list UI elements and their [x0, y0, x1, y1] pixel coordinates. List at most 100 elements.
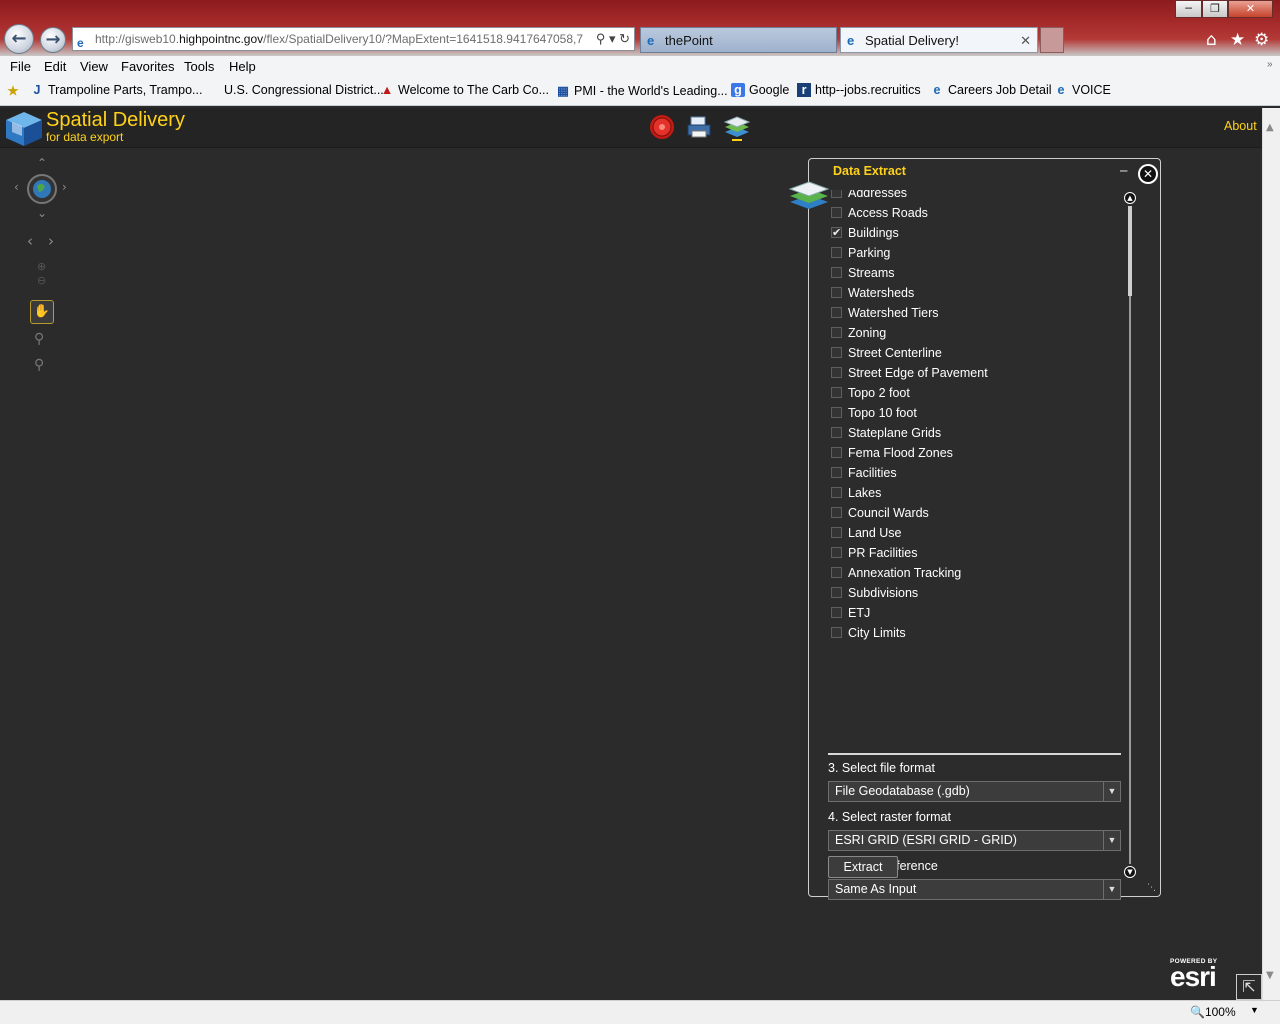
chevron-down-icon[interactable]: ▼: [1103, 880, 1120, 899]
back-button[interactable]: ←: [4, 24, 34, 54]
layer-checkbox[interactable]: [831, 367, 842, 378]
previous-extent-icon[interactable]: ‹: [27, 232, 33, 250]
menu-edit[interactable]: Edit: [44, 59, 66, 74]
layer-checkbox[interactable]: [831, 247, 842, 258]
close-tab-icon[interactable]: ✕: [1020, 28, 1031, 54]
zoom-out-tool-icon[interactable]: ⚲: [34, 357, 44, 373]
layer-row[interactable]: Street Centerline: [829, 343, 1119, 363]
layer-row[interactable]: Lakes: [829, 483, 1119, 503]
layer-row[interactable]: Council Wards: [829, 503, 1119, 523]
layer-checkbox[interactable]: [831, 427, 842, 438]
favorite-link[interactable]: U.S. Congressional District...: [206, 83, 384, 97]
home-icon[interactable]: ⌂: [1206, 30, 1217, 50]
layer-checkbox[interactable]: [831, 287, 842, 298]
layer-row[interactable]: ETJ: [829, 603, 1119, 623]
file-format-select[interactable]: File Geodatabase (.gdb) ▼: [828, 781, 1121, 802]
zoom-in-icon[interactable]: ⊕: [37, 260, 46, 273]
tab-thepoint[interactable]: e thePoint: [640, 27, 837, 53]
pan-up-icon[interactable]: ⌃: [37, 156, 47, 170]
favorites-star-icon[interactable]: ★: [1230, 30, 1245, 50]
forward-button[interactable]: →: [40, 27, 66, 53]
layer-checkbox[interactable]: [831, 387, 842, 398]
layer-checkbox[interactable]: [831, 567, 842, 578]
print-icon[interactable]: [686, 113, 714, 141]
layer-checkbox[interactable]: [831, 267, 842, 278]
favorites-add-icon[interactable]: ★: [6, 83, 24, 98]
layer-row[interactable]: Watersheds: [829, 283, 1119, 303]
scroll-down-icon[interactable]: ▼: [1266, 970, 1274, 981]
layer-row[interactable]: City Limits: [829, 623, 1119, 643]
tab-spatial-delivery[interactable]: e Spatial Delivery! ✕: [840, 27, 1038, 53]
window-minimize-button[interactable]: ─: [1175, 0, 1202, 18]
gear-icon[interactable]: ⚙: [1254, 30, 1269, 50]
favorite-link[interactable]: g Google: [731, 83, 789, 97]
pan-hand-icon[interactable]: ✋: [30, 300, 54, 324]
layer-checkbox[interactable]: [831, 327, 842, 338]
layer-row[interactable]: Access Roads: [829, 203, 1119, 223]
scroll-up-icon[interactable]: ▲: [1266, 122, 1274, 133]
extract-button[interactable]: Extract: [828, 856, 898, 878]
scroll-down-icon[interactable]: ▼: [1124, 866, 1136, 878]
chevron-down-icon[interactable]: ▼: [1103, 831, 1120, 850]
panel-minimize-button[interactable]: ─: [1120, 164, 1127, 178]
layer-checkbox[interactable]: [831, 607, 842, 618]
layer-checkbox[interactable]: [831, 507, 842, 518]
resize-grip-icon[interactable]: ⋱: [1147, 883, 1156, 893]
layer-checkbox[interactable]: [831, 207, 842, 218]
menu-favorites[interactable]: Favorites: [121, 59, 174, 74]
chevron-down-icon[interactable]: ▼: [1250, 1005, 1259, 1015]
layer-row[interactable]: Topo 10 foot: [829, 403, 1119, 423]
favorite-link[interactable]: ▲ Welcome to The Carb Co...: [380, 83, 549, 97]
layer-row[interactable]: Land Use: [829, 523, 1119, 543]
scroll-track[interactable]: [1129, 206, 1131, 864]
favorite-link[interactable]: J Trampoline Parts, Trampo...: [30, 83, 203, 97]
menu-view[interactable]: View: [80, 59, 108, 74]
layer-checkbox[interactable]: [831, 627, 842, 638]
address-bar[interactable]: e http://gisweb10.highpointnc.gov/flex/S…: [72, 27, 635, 51]
layer-checkbox[interactable]: [831, 487, 842, 498]
layer-row[interactable]: Fema Flood Zones: [829, 443, 1119, 463]
record-icon[interactable]: [648, 113, 676, 141]
layer-row[interactable]: Topo 2 foot: [829, 383, 1119, 403]
favorite-link[interactable]: r http--jobs.recruitics: [797, 83, 921, 97]
panel-close-button[interactable]: ✕: [1138, 164, 1158, 184]
next-extent-icon[interactable]: ›: [48, 232, 54, 250]
chevron-down-icon[interactable]: ▼: [1103, 782, 1120, 801]
address-controls[interactable]: ⚲ ▾ ↻: [591, 28, 630, 50]
layer-row[interactable]: Parking: [829, 243, 1119, 263]
favorite-link[interactable]: e Careers Job Detail: [930, 83, 1052, 97]
menu-file[interactable]: File: [10, 59, 31, 74]
about-link[interactable]: About: [1224, 119, 1257, 133]
layer-checkbox[interactable]: [831, 347, 842, 358]
layer-row[interactable]: Addresses: [829, 190, 1119, 203]
layer-row[interactable]: Annexation Tracking: [829, 563, 1119, 583]
layer-checkbox[interactable]: [831, 547, 842, 558]
window-maximize-button[interactable]: ❐: [1202, 0, 1228, 18]
zoom-in-tool-icon[interactable]: ⚲: [34, 331, 44, 347]
pan-down-icon[interactable]: ⌄: [37, 206, 47, 220]
map-viewport[interactable]: Spatial Delivery for data export About ⌃…: [0, 108, 1280, 1000]
layer-row[interactable]: Stateplane Grids: [829, 423, 1119, 443]
layer-checkbox[interactable]: [831, 407, 842, 418]
scroll-thumb[interactable]: [1128, 206, 1132, 296]
menu-tools[interactable]: Tools: [184, 59, 214, 74]
layer-row[interactable]: Facilities: [829, 463, 1119, 483]
layer-checkbox[interactable]: [831, 223, 842, 243]
zoom-out-icon[interactable]: ⊖: [37, 274, 46, 287]
layers-icon[interactable]: [723, 113, 751, 141]
layer-row[interactable]: Subdivisions: [829, 583, 1119, 603]
menu-help[interactable]: Help: [229, 59, 256, 74]
scroll-up-icon[interactable]: ▲: [1124, 192, 1136, 204]
raster-format-select[interactable]: ESRI GRID (ESRI GRID - GRID) ▼: [828, 830, 1121, 851]
layer-checkbox[interactable]: [831, 587, 842, 598]
pan-left-icon[interactable]: ‹: [14, 180, 19, 194]
layer-row[interactable]: Buildings: [829, 223, 1119, 243]
globe-icon[interactable]: [26, 173, 58, 205]
layer-row[interactable]: Watershed Tiers: [829, 303, 1119, 323]
layer-row[interactable]: Zoning: [829, 323, 1119, 343]
layer-checkbox[interactable]: [831, 190, 842, 198]
zoom-level[interactable]: 🔍100%: [1190, 1005, 1236, 1019]
layer-row[interactable]: Streams: [829, 263, 1119, 283]
page-scrollbar[interactable]: ▲ ▼: [1262, 108, 1280, 1000]
chevron-right-icon[interactable]: »: [1267, 59, 1273, 70]
